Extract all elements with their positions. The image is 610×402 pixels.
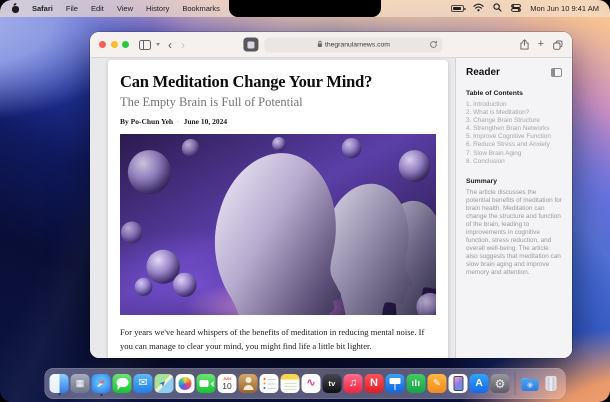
tab-overview-icon[interactable] [553, 40, 563, 50]
menu-item-file[interactable]: File [66, 4, 78, 13]
dock-icon-iphone-mirroring[interactable] [448, 374, 468, 393]
dock-icon-notes[interactable] [280, 374, 300, 393]
window-content: Can Meditation Change Your Mind? The Emp… [90, 58, 572, 358]
toc-title: Table of Contents [466, 90, 523, 97]
byline-date: June 10, 2024 [183, 117, 228, 127]
dock-icon-calendar[interactable]: JUN 10 [217, 374, 237, 393]
safari-toolbar: ‹ › thegranularnews.com + [90, 32, 572, 58]
summary-text: The article discusses the potential bene… [466, 188, 562, 276]
dock-icon-launchpad[interactable]: ▦ [70, 374, 90, 393]
menu-status-area: Mon Jun 10 9:41 AM [451, 3, 599, 14]
battery-icon[interactable] [451, 5, 466, 12]
apple-menu-icon[interactable] [11, 4, 19, 13]
chevron-down-icon[interactable] [156, 43, 160, 46]
control-center-icon[interactable] [511, 3, 522, 14]
menu-item-view[interactable]: View [117, 4, 133, 13]
article-hero-image [120, 134, 436, 316]
dock-apps: ▦ ✉ ➤ JUN 10 ∿ tv ♫ N ılı ✎ A ⚙ [49, 374, 510, 393]
dock-icon-freeform[interactable]: ∿ [301, 374, 321, 393]
summary-title: Summary [466, 177, 497, 185]
toc-item-6-reduce-stress-and-anxiety[interactable]: 6. Reduce Stress and Anxiety [466, 141, 562, 149]
article-subtitle: The Empty Brain is Full of Potential [120, 95, 303, 110]
menu-item-safari[interactable]: Safari [32, 4, 53, 13]
share-icon[interactable] [520, 39, 529, 50]
menu-bar: SafariFileEditViewHistoryBookmarksWindow… [0, 0, 610, 17]
reader-sidebar-toggle-icon[interactable] [551, 68, 562, 77]
address-bar-group: thegranularnews.com [243, 37, 443, 52]
dock: ▦ ✉ ➤ JUN 10 ∿ tv ♫ N ılı ✎ A ⚙ ◉ [44, 368, 566, 399]
menu-clock[interactable]: Mon Jun 10 9:41 AM [530, 4, 599, 13]
reload-icon[interactable] [429, 40, 438, 51]
spotlight-search-icon[interactable] [493, 3, 502, 14]
dock-icon-messages[interactable] [112, 374, 132, 393]
toc-list: 1. Introduction 2. What is Meditation? 3. … [466, 101, 562, 166]
dock-icon-music[interactable]: ♫ [343, 374, 363, 393]
lock-icon [317, 40, 322, 49]
toc-item-5-improve-cognitive-function[interactable]: 5. Improve Cognitive Function [466, 133, 562, 141]
article-title: Can Meditation Change Your Mind? [120, 72, 373, 91]
dock-icon-reminders[interactable] [259, 374, 279, 393]
menu-item-history[interactable]: History [146, 4, 169, 13]
dock-icon-maps[interactable] [154, 374, 174, 393]
dock-icon-news[interactable]: N [364, 374, 384, 393]
reader-panel: Reader Table of Contents 1. Introduction… [455, 58, 572, 358]
dock-divider [514, 372, 516, 395]
window-controls [99, 41, 129, 48]
dock-icon-facetime[interactable] [196, 374, 216, 393]
toc-item-2-what-is-meditation[interactable]: 2. What is Meditation? [466, 109, 562, 117]
minimize-window-button[interactable] [110, 41, 118, 48]
article-page: Can Meditation Change Your Mind? The Emp… [108, 60, 448, 358]
desktop: SafariFileEditViewHistoryBookmarksWindow… [0, 0, 610, 402]
close-window-button[interactable] [99, 41, 106, 48]
reader-panel-title: Reader [466, 67, 500, 78]
dock-icon-contacts[interactable] [238, 374, 258, 393]
back-button[interactable]: ‹ [168, 39, 172, 51]
url-text: thegranularnews.com [324, 41, 390, 48]
dock-icon-settings[interactable]: ⚙ [490, 374, 510, 393]
zoom-window-button[interactable] [122, 41, 129, 48]
toc-item-3-change-brain-structure[interactable]: 3. Change Brain Structure [466, 117, 562, 125]
dock-shortcuts: ◉ [521, 374, 561, 393]
reader-header: Reader [466, 67, 562, 78]
dock-icon-numbers[interactable]: ılı [406, 374, 426, 393]
forward-button[interactable]: › [181, 39, 185, 51]
address-bar[interactable]: thegranularnews.com [264, 37, 443, 52]
sidebar-toggle-icon[interactable] [139, 39, 151, 50]
camera-notch [229, 0, 381, 17]
dock-icon-safari[interactable] [91, 374, 111, 393]
wifi-icon[interactable] [473, 3, 484, 14]
byline-separator: · [177, 117, 180, 127]
toc-item-1-introduction[interactable]: 1. Introduction [466, 101, 562, 109]
toolbar-right: + [520, 39, 563, 50]
dock-icon-mail[interactable]: ✉ [133, 374, 153, 393]
dock-icon-keynote[interactable] [385, 374, 405, 393]
dock-icon-finder[interactable] [49, 374, 69, 393]
article-column: Can Meditation Change Your Mind? The Emp… [90, 58, 455, 358]
dock-icon-tv[interactable]: tv [322, 374, 342, 393]
reader-mode-button[interactable] [243, 37, 259, 52]
toc-item-4-strengthen-brain-networks[interactable]: 4. Strengthen Brain Networks [466, 125, 562, 133]
dock-icon-photos[interactable] [175, 374, 195, 393]
menu-item-bookmarks[interactable]: Bookmarks [182, 4, 220, 13]
dock-icon-pages[interactable]: ✎ [427, 374, 447, 393]
byline-author: By Po-Chun Yeh [120, 117, 174, 127]
article-byline: By Po-Chun Yeh · June 10, 2024 [120, 117, 436, 126]
dock-icon-app-store[interactable]: A [469, 374, 489, 393]
new-tab-button[interactable]: + [538, 39, 544, 50]
article-body: For years we've heard whispers of the be… [120, 327, 425, 351]
dock-icon-downloads[interactable]: ◉ [521, 374, 540, 393]
toc-item-8-conclusion[interactable]: 8. Conclusion [466, 158, 562, 166]
safari-window: ‹ › thegranularnews.com + Can Meditation… [90, 32, 572, 358]
toc-item-7-slow-brain-aging[interactable]: 7. Slow Brain Aging [466, 150, 562, 158]
menu-item-edit[interactable]: Edit [91, 4, 104, 13]
dock-icon-trash[interactable] [542, 374, 561, 393]
